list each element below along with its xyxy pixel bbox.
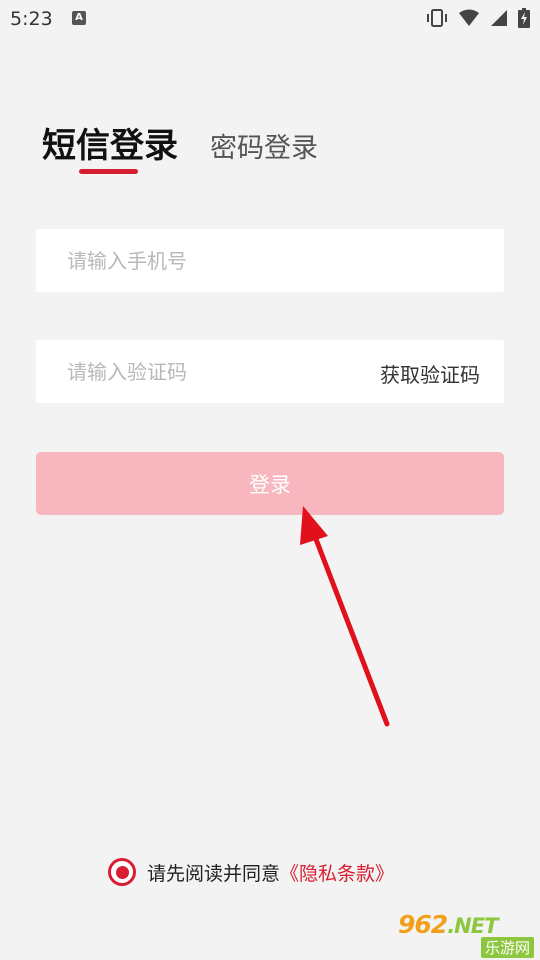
radio-checked-dot — [115, 865, 129, 879]
status-bar: 5:23 A — [0, 0, 540, 38]
watermark-number: 962.NET — [398, 910, 498, 939]
watermark-site-name: 乐游网 — [480, 937, 534, 958]
code-field: 获取验证码 — [36, 340, 504, 403]
wifi-icon — [459, 9, 479, 26]
status-icons — [426, 8, 530, 28]
watermark-logo: 962.NET 乐游网 — [398, 910, 536, 958]
status-time: 5:23 — [10, 8, 53, 30]
signal-icon — [491, 10, 507, 26]
battery-charging-icon — [518, 8, 530, 28]
agreement-text: 请先阅读并同意 — [147, 862, 281, 885]
phone-input[interactable] — [36, 229, 336, 292]
privacy-terms-link[interactable]: 《隐私条款》 — [280, 859, 394, 886]
notification-icon: A — [72, 11, 86, 25]
vibrate-icon — [427, 9, 447, 27]
annotation-arrow — [300, 506, 390, 727]
agree-radio[interactable] — [108, 858, 136, 886]
tab-sms-login[interactable]: 短信登录 — [42, 118, 178, 167]
agreement-row: 请先阅读并同意 《隐私条款》 — [108, 856, 394, 888]
active-tab-indicator — [79, 169, 138, 174]
login-button[interactable]: 登录 — [36, 452, 504, 515]
phone-field — [36, 229, 504, 292]
verification-code-input[interactable] — [36, 340, 336, 403]
tab-password-login[interactable]: 密码登录 — [210, 126, 318, 165]
get-code-button[interactable]: 获取验证码 — [380, 359, 480, 388]
